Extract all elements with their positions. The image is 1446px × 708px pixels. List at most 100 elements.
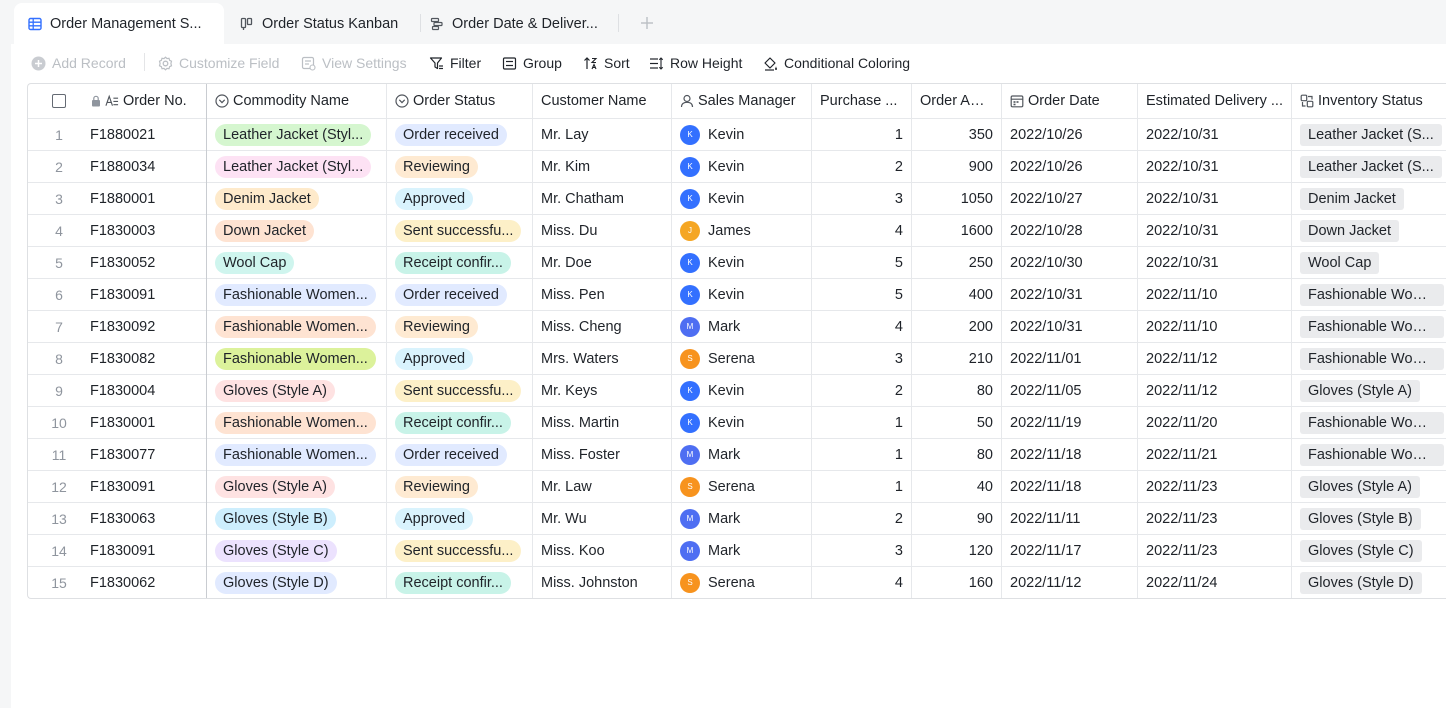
purchase-cell[interactable]: 4	[812, 311, 912, 342]
purchase-cell[interactable]: 3	[812, 183, 912, 214]
purchase-cell[interactable]: 2	[812, 375, 912, 406]
customer-name-cell[interactable]: Mr. Keys	[533, 375, 672, 406]
commodity-cell[interactable]: Gloves (Style B)	[207, 503, 387, 534]
estimated-delivery-cell[interactable]: 2022/11/12	[1138, 343, 1292, 374]
sales-manager-cell[interactable]: M Mark	[672, 503, 812, 534]
estimated-delivery-cell[interactable]: 2022/10/31	[1138, 215, 1292, 246]
column-header-sales-manager[interactable]: Sales Manager	[672, 84, 812, 118]
estimated-delivery-cell[interactable]: 2022/11/23	[1138, 503, 1292, 534]
table-row[interactable]: 3 F1880001 Denim Jacket Approved Mr. Chatham…	[28, 183, 1446, 215]
table-row[interactable]: 4 F1830003 Down Jacket Sent successfu... Mis…	[28, 215, 1446, 247]
order-amount-cell[interactable]: 200	[912, 311, 1002, 342]
customer-name-cell[interactable]: Mrs. Waters	[533, 343, 672, 374]
commodity-cell[interactable]: Fashionable Women...	[207, 407, 387, 438]
linked-record-chip[interactable]: Gloves (Style B)	[1300, 507, 1421, 530]
tab-order-date-delivery[interactable]: Order Date & Deliver...	[416, 3, 614, 44]
order-amount-cell[interactable]: 1600	[912, 215, 1002, 246]
purchase-cell[interactable]: 1	[812, 119, 912, 150]
order-no-cell[interactable]: F1830003	[90, 215, 207, 246]
commodity-cell[interactable]: Gloves (Style D)	[207, 567, 387, 598]
linked-record-chip[interactable]: Gloves (Style D)	[1300, 571, 1422, 594]
conditional-coloring-button[interactable]: Conditional Coloring	[763, 44, 910, 82]
tab-order-management[interactable]: Order Management S...	[14, 3, 224, 44]
estimated-delivery-cell[interactable]: 2022/11/10	[1138, 311, 1292, 342]
sales-manager-cell[interactable]: M Mark	[672, 439, 812, 470]
commodity-cell[interactable]: Wool Cap	[207, 247, 387, 278]
tab-order-status-kanban[interactable]: Order Status Kanban	[226, 3, 416, 44]
order-status-cell[interactable]: Order received	[387, 119, 533, 150]
linked-record-chip[interactable]: Denim Jacket	[1300, 187, 1404, 210]
column-header-order-date[interactable]: Order Date	[1002, 84, 1138, 118]
commodity-cell[interactable]: Fashionable Women...	[207, 439, 387, 470]
customer-name-cell[interactable]: Miss. Koo	[533, 535, 672, 566]
linked-record-chip[interactable]: Gloves (Style A)	[1300, 379, 1420, 402]
purchase-cell[interactable]: 1	[812, 439, 912, 470]
commodity-cell[interactable]: Gloves (Style A)	[207, 375, 387, 406]
order-amount-cell[interactable]: 350	[912, 119, 1002, 150]
sales-manager-cell[interactable]: K Kevin	[672, 151, 812, 182]
estimated-delivery-cell[interactable]: 2022/11/12	[1138, 375, 1292, 406]
order-no-cell[interactable]: F1830092	[90, 311, 207, 342]
order-date-cell[interactable]: 2022/11/19	[1002, 407, 1138, 438]
commodity-cell[interactable]: Down Jacket	[207, 215, 387, 246]
sales-manager-cell[interactable]: M Mark	[672, 535, 812, 566]
table-row[interactable]: 13 F1830063 Gloves (Style B) Approved Mr. Wu…	[28, 503, 1446, 535]
customer-name-cell[interactable]: Miss. Du	[533, 215, 672, 246]
order-status-cell[interactable]: Receipt confir...	[387, 247, 533, 278]
order-amount-cell[interactable]: 80	[912, 375, 1002, 406]
purchase-cell[interactable]: 5	[812, 279, 912, 310]
order-status-cell[interactable]: Reviewing	[387, 311, 533, 342]
table-row[interactable]: 14 F1830091 Gloves (Style C) Sent successfu…	[28, 535, 1446, 567]
column-header-customer-name[interactable]: Customer Name	[533, 84, 672, 118]
inventory-status-cell[interactable]: Fashionable Wom...	[1292, 279, 1446, 310]
order-no-cell[interactable]: F1830062	[90, 567, 207, 598]
order-no-cell[interactable]: F1830001	[90, 407, 207, 438]
order-no-cell[interactable]: F1830004	[90, 375, 207, 406]
order-no-cell[interactable]: F1880021	[90, 119, 207, 150]
table-row[interactable]: 10 F1830001 Fashionable Women... Receipt co…	[28, 407, 1446, 439]
order-date-cell[interactable]: 2022/10/31	[1002, 279, 1138, 310]
linked-record-chip[interactable]: Leather Jacket (S...	[1300, 123, 1442, 146]
inventory-status-cell[interactable]: Fashionable Wom...	[1292, 407, 1446, 438]
sort-button[interactable]: Sort	[583, 44, 630, 82]
table-row[interactable]: 12 F1830091 Gloves (Style A) Reviewing Mr. L…	[28, 471, 1446, 503]
table-row[interactable]: 1 F1880021 Leather Jacket (Styl... Order re…	[28, 119, 1446, 151]
order-status-cell[interactable]: Receipt confir...	[387, 407, 533, 438]
inventory-status-cell[interactable]: Gloves (Style D)	[1292, 567, 1446, 598]
order-amount-cell[interactable]: 400	[912, 279, 1002, 310]
order-no-cell[interactable]: F1830091	[90, 471, 207, 502]
column-header-inventory-status[interactable]: Inventory Status	[1292, 84, 1446, 118]
inventory-status-cell[interactable]: Wool Cap	[1292, 247, 1446, 278]
commodity-cell[interactable]: Fashionable Women...	[207, 343, 387, 374]
commodity-cell[interactable]: Fashionable Women...	[207, 311, 387, 342]
order-no-cell[interactable]: F1830091	[90, 279, 207, 310]
order-amount-cell[interactable]: 250	[912, 247, 1002, 278]
customer-name-cell[interactable]: Miss. Martin	[533, 407, 672, 438]
customer-name-cell[interactable]: Mr. Wu	[533, 503, 672, 534]
order-date-cell[interactable]: 2022/10/31	[1002, 311, 1138, 342]
estimated-delivery-cell[interactable]: 2022/10/31	[1138, 119, 1292, 150]
linked-record-chip[interactable]: Down Jacket	[1300, 219, 1400, 242]
sales-manager-cell[interactable]: S Serena	[672, 471, 812, 502]
customize-field-button[interactable]: Customize Field	[158, 44, 279, 82]
order-amount-cell[interactable]: 40	[912, 471, 1002, 502]
order-amount-cell[interactable]: 50	[912, 407, 1002, 438]
customer-name-cell[interactable]: Miss. Cheng	[533, 311, 672, 342]
order-status-cell[interactable]: Order received	[387, 279, 533, 310]
customer-name-cell[interactable]: Mr. Doe	[533, 247, 672, 278]
column-header-order-status[interactable]: Order Status	[387, 84, 533, 118]
linked-record-chip[interactable]: Gloves (Style A)	[1300, 475, 1420, 498]
order-amount-cell[interactable]: 90	[912, 503, 1002, 534]
add-record-button[interactable]: Add Record	[31, 44, 126, 82]
linked-record-chip[interactable]: Fashionable Wom...	[1300, 347, 1444, 370]
customer-name-cell[interactable]: Mr. Kim	[533, 151, 672, 182]
inventory-status-cell[interactable]: Down Jacket	[1292, 215, 1446, 246]
table-row[interactable]: 5 F1830052 Wool Cap Receipt confir... Mr. Do…	[28, 247, 1446, 279]
column-header-estimated-delivery[interactable]: Estimated Delivery ...	[1138, 84, 1292, 118]
commodity-cell[interactable]: Leather Jacket (Styl...	[207, 151, 387, 182]
order-amount-cell[interactable]: 210	[912, 343, 1002, 374]
purchase-cell[interactable]: 5	[812, 247, 912, 278]
order-no-cell[interactable]: F1880001	[90, 183, 207, 214]
order-date-cell[interactable]: 2022/10/28	[1002, 215, 1138, 246]
inventory-status-cell[interactable]: Gloves (Style C)	[1292, 535, 1446, 566]
